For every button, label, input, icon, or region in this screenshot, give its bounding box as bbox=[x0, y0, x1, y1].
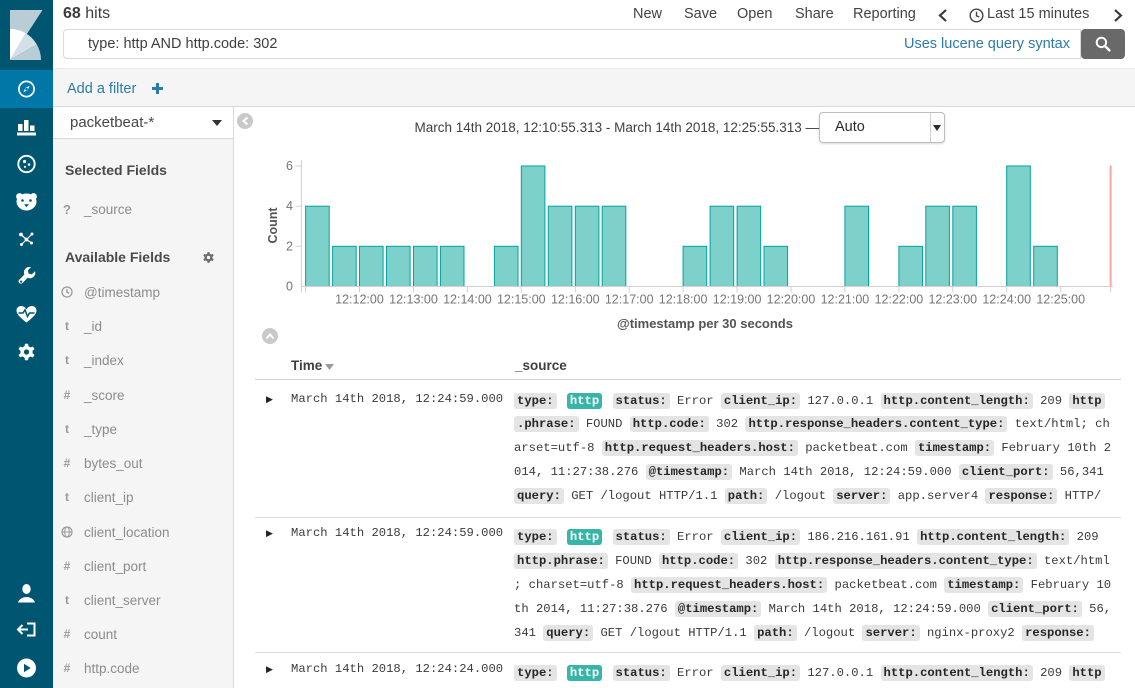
svg-text:4: 4 bbox=[286, 199, 293, 213]
svg-text:12:22:00: 12:22:00 bbox=[875, 293, 924, 307]
svg-text:12:21:00: 12:21:00 bbox=[821, 293, 870, 307]
svg-text:Count: Count bbox=[266, 207, 280, 244]
svg-text:12:16:00: 12:16:00 bbox=[551, 293, 600, 307]
svg-text:12:13:00: 12:13:00 bbox=[389, 293, 438, 307]
svg-text:@timestamp per 30 seconds: @timestamp per 30 seconds bbox=[617, 316, 793, 331]
svg-text:12:20:00: 12:20:00 bbox=[767, 293, 816, 307]
svg-text:2: 2 bbox=[286, 239, 293, 253]
svg-text:12:14:00: 12:14:00 bbox=[443, 293, 492, 307]
svg-text:12:24:00: 12:24:00 bbox=[982, 293, 1031, 307]
svg-text:12:23:00: 12:23:00 bbox=[928, 293, 977, 307]
svg-text:12:15:00: 12:15:00 bbox=[497, 293, 546, 307]
svg-text:6: 6 bbox=[286, 159, 293, 173]
svg-text:12:18:00: 12:18:00 bbox=[659, 293, 708, 307]
svg-text:12:17:00: 12:17:00 bbox=[605, 293, 654, 307]
svg-text:12:19:00: 12:19:00 bbox=[713, 293, 762, 307]
svg-text:12:25:00: 12:25:00 bbox=[1036, 293, 1085, 307]
svg-text:12:12:00: 12:12:00 bbox=[335, 293, 384, 307]
svg-text:0: 0 bbox=[286, 280, 293, 294]
